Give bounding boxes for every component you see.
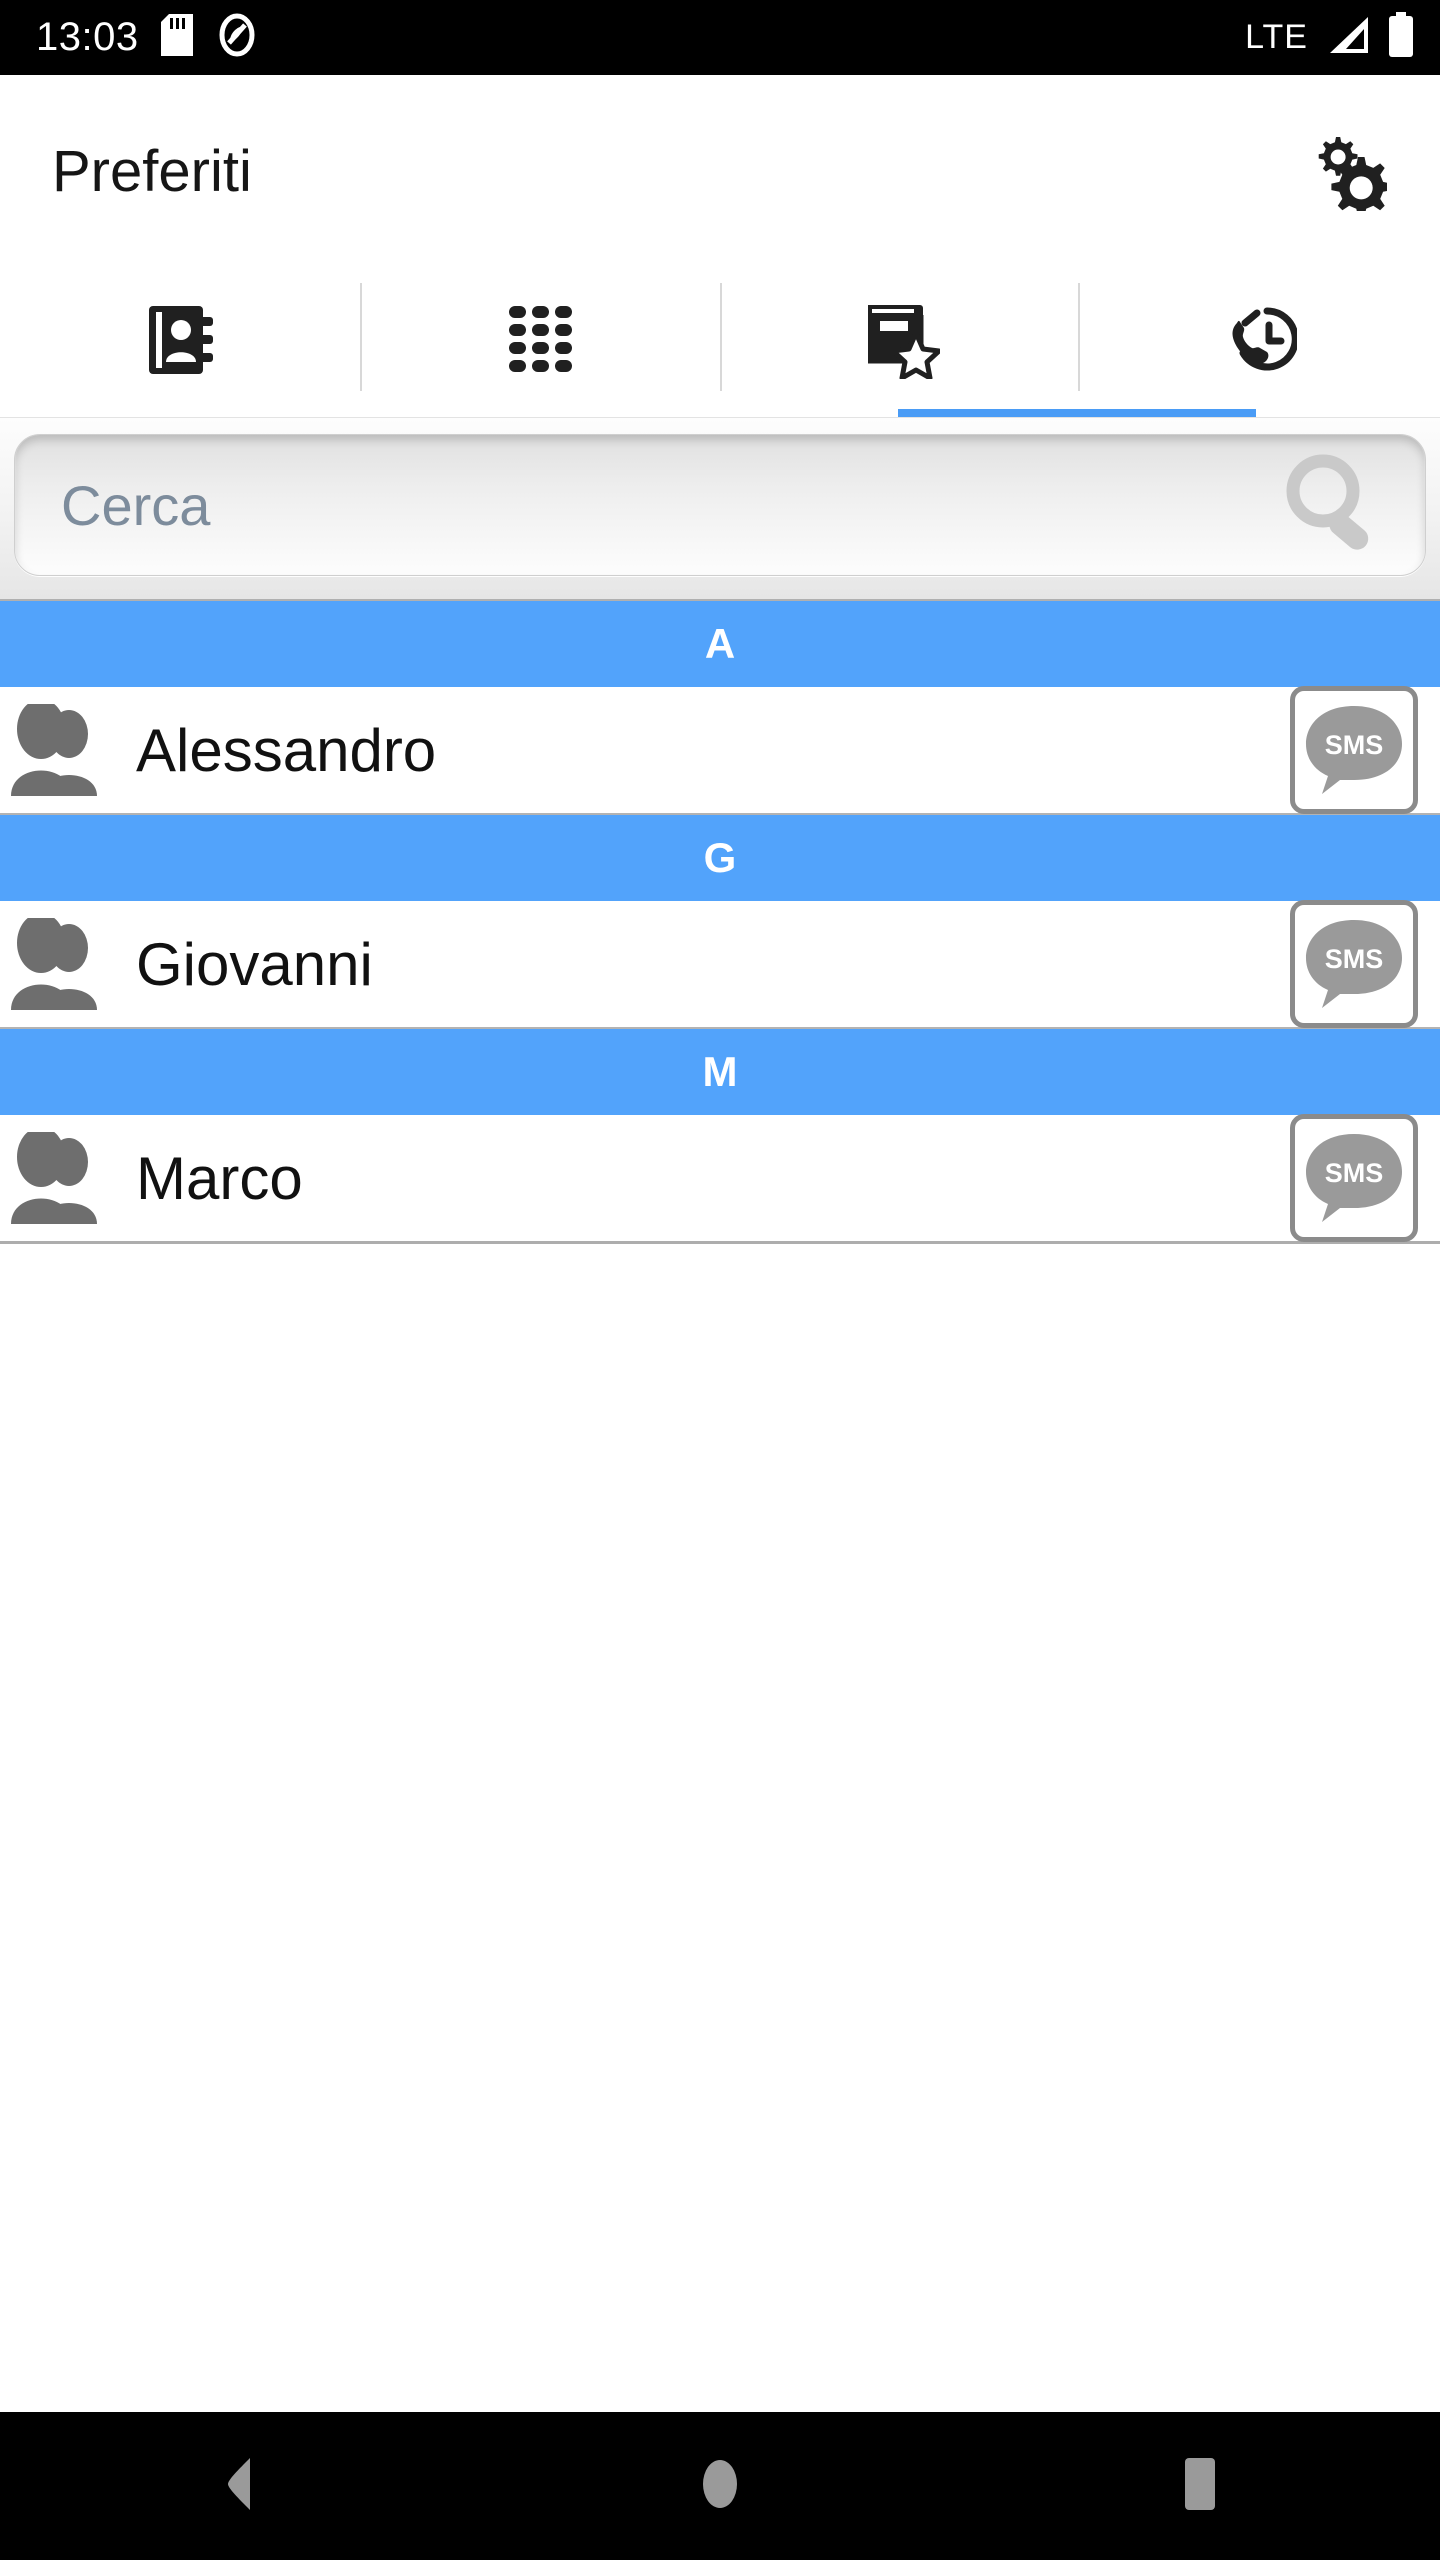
status-bar: 13:03 LTE [0,0,1440,75]
system-navigation-bar [0,2412,1440,2560]
android-no-sim-icon [215,13,259,62]
contacts-book-icon [145,304,215,381]
search-input[interactable]: Cerca [61,473,210,538]
two-people-icon [8,704,118,796]
contact-name: Giovanni [136,930,373,998]
svg-text:SMS: SMS [1325,1158,1384,1188]
status-bar-right: LTE [1245,12,1414,63]
battery-full-icon [1388,12,1414,63]
status-clock: 13:03 [36,15,139,59]
contact-name: Marco [136,1144,303,1212]
tab-bar [0,267,1440,417]
svg-text:SMS: SMS [1325,730,1384,760]
tab-history[interactable] [1080,267,1440,417]
settings-button[interactable] [1290,116,1400,226]
section-header-m: M [0,1027,1440,1115]
search-magnifier-icon[interactable] [1281,451,1389,560]
tab-favorites[interactable] [720,267,1256,417]
favorites-list: A Alessandro SMS G Giovanni SMS M Marco … [0,599,1440,1244]
signal-bars-icon [1324,13,1372,62]
contact-row-alessandro[interactable]: Alessandro SMS [0,686,1440,814]
svg-text:SMS: SMS [1325,944,1384,974]
sms-bubble-icon: SMS [1306,706,1402,794]
page-title: Preferiti [52,138,252,204]
sd-card-icon [160,14,193,61]
sms-bubble-icon: SMS [1306,920,1402,1008]
section-letter: M [702,1048,738,1095]
section-header-g: G [0,813,1440,901]
sms-button-giovanni[interactable]: SMS [1290,900,1418,1028]
favorites-book-star-icon [860,301,942,384]
nav-recents-button[interactable] [1120,2412,1280,2560]
recents-square-icon [1174,2456,1226,2517]
back-triangle-icon [214,2456,266,2517]
home-circle-icon [696,2456,744,2517]
app-bar: Preferiti [0,75,1440,267]
tab-contacts[interactable] [0,267,360,417]
dialpad-icon [507,304,573,381]
call-history-icon [1223,303,1299,382]
section-letter: A [704,620,736,667]
sms-bubble-icon: SMS [1306,1134,1402,1222]
status-bar-left: 13:03 [36,13,259,62]
contact-name: Alessandro [136,716,437,784]
sms-button-marco[interactable]: SMS [1290,1114,1418,1242]
network-type-label: LTE [1245,18,1308,56]
search-field[interactable]: Cerca [14,434,1426,576]
nav-home-button[interactable] [640,2412,800,2560]
two-people-icon [8,918,118,1010]
empty-list-area [0,1244,1440,1934]
section-header-a: A [0,599,1440,687]
section-letter: G [703,834,737,881]
tab-dialpad[interactable] [360,267,720,417]
gears-icon [1303,127,1392,217]
contact-row-giovanni[interactable]: Giovanni SMS [0,900,1440,1028]
contact-row-marco[interactable]: Marco SMS [0,1114,1440,1242]
two-people-icon [8,1132,118,1224]
nav-back-button[interactable] [160,2412,320,2560]
search-bar-container: Cerca [0,417,1440,599]
sms-button-alessandro[interactable]: SMS [1290,686,1418,814]
